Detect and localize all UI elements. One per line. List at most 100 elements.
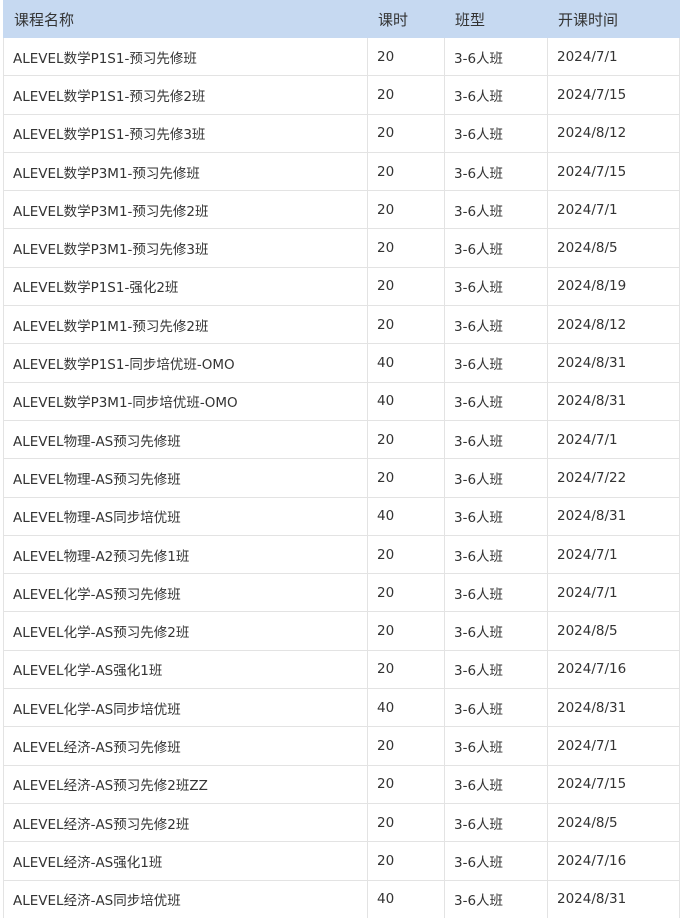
cell-class-type: 3-6人班 bbox=[445, 38, 548, 76]
cell-start-date: 2024/8/5 bbox=[548, 229, 680, 267]
cell-start-date: 2024/7/16 bbox=[548, 842, 680, 880]
table-header: 课程名称 课时 班型 开课时间 bbox=[4, 1, 680, 38]
cell-start-date: 2024/7/22 bbox=[548, 459, 680, 497]
cell-hours: 20 bbox=[368, 727, 445, 765]
cell-course-name: ALEVEL数学P1M1-预习先修2班 bbox=[4, 306, 368, 344]
cell-course-name: ALEVEL数学P3M1-同步培优班-OMO bbox=[4, 382, 368, 420]
header-class-type: 班型 bbox=[445, 1, 548, 38]
cell-hours: 20 bbox=[368, 765, 445, 803]
table-row: ALEVEL化学-AS预习先修2班203-6人班2024/8/5 bbox=[4, 612, 680, 650]
header-hours: 课时 bbox=[368, 1, 445, 38]
cell-course-name: ALEVEL化学-AS预习先修2班 bbox=[4, 612, 368, 650]
cell-hours: 40 bbox=[368, 382, 445, 420]
table-row: ALEVEL经济-AS强化1班203-6人班2024/7/16 bbox=[4, 842, 680, 880]
cell-hours: 20 bbox=[368, 38, 445, 76]
cell-course-name: ALEVEL化学-AS强化1班 bbox=[4, 650, 368, 688]
cell-start-date: 2024/7/1 bbox=[548, 574, 680, 612]
cell-course-name: ALEVEL数学P1S1-预习先修3班 bbox=[4, 114, 368, 152]
cell-start-date: 2024/8/31 bbox=[548, 497, 680, 535]
cell-course-name: ALEVEL物理-A2预习先修1班 bbox=[4, 535, 368, 573]
cell-hours: 20 bbox=[368, 612, 445, 650]
cell-course-name: ALEVEL化学-AS同步培优班 bbox=[4, 689, 368, 727]
table-row: ALEVEL化学-AS预习先修班203-6人班2024/7/1 bbox=[4, 574, 680, 612]
cell-class-type: 3-6人班 bbox=[445, 420, 548, 458]
table-row: ALEVEL数学P1S1-预习先修3班203-6人班2024/8/12 bbox=[4, 114, 680, 152]
cell-class-type: 3-6人班 bbox=[445, 459, 548, 497]
header-course-name: 课程名称 bbox=[4, 1, 368, 38]
cell-course-name: ALEVEL物理-AS预习先修班 bbox=[4, 459, 368, 497]
cell-class-type: 3-6人班 bbox=[445, 344, 548, 382]
cell-class-type: 3-6人班 bbox=[445, 612, 548, 650]
cell-hours: 20 bbox=[368, 420, 445, 458]
cell-class-type: 3-6人班 bbox=[445, 650, 548, 688]
cell-hours: 40 bbox=[368, 880, 445, 918]
table-row: ALEVEL经济-AS预习先修2班203-6人班2024/8/5 bbox=[4, 803, 680, 841]
cell-course-name: ALEVEL数学P3M1-预习先修2班 bbox=[4, 191, 368, 229]
cell-start-date: 2024/7/15 bbox=[548, 76, 680, 114]
cell-start-date: 2024/7/1 bbox=[548, 420, 680, 458]
cell-class-type: 3-6人班 bbox=[445, 803, 548, 841]
cell-class-type: 3-6人班 bbox=[445, 114, 548, 152]
table-row: ALEVEL经济-AS同步培优班403-6人班2024/8/31 bbox=[4, 880, 680, 918]
cell-hours: 20 bbox=[368, 191, 445, 229]
cell-start-date: 2024/8/12 bbox=[548, 114, 680, 152]
cell-class-type: 3-6人班 bbox=[445, 191, 548, 229]
cell-class-type: 3-6人班 bbox=[445, 306, 548, 344]
cell-start-date: 2024/7/15 bbox=[548, 765, 680, 803]
table-body: ALEVEL数学P1S1-预习先修班203-6人班2024/7/1ALEVEL数… bbox=[4, 38, 680, 918]
cell-hours: 20 bbox=[368, 842, 445, 880]
table-row: ALEVEL数学P3M1-同步培优班-OMO403-6人班2024/8/31 bbox=[4, 382, 680, 420]
cell-course-name: ALEVEL经济-AS预习先修2班 bbox=[4, 803, 368, 841]
table-row: ALEVEL经济-AS预习先修班203-6人班2024/7/1 bbox=[4, 727, 680, 765]
cell-course-name: ALEVEL经济-AS强化1班 bbox=[4, 842, 368, 880]
cell-start-date: 2024/7/16 bbox=[548, 650, 680, 688]
table-row: ALEVEL数学P1S1-强化2班203-6人班2024/8/19 bbox=[4, 267, 680, 305]
table-row: ALEVEL数学P3M1-预习先修班203-6人班2024/7/15 bbox=[4, 152, 680, 190]
cell-hours: 20 bbox=[368, 803, 445, 841]
table-row: ALEVEL物理-A2预习先修1班203-6人班2024/7/1 bbox=[4, 535, 680, 573]
cell-hours: 20 bbox=[368, 306, 445, 344]
cell-start-date: 2024/7/1 bbox=[548, 38, 680, 76]
cell-class-type: 3-6人班 bbox=[445, 382, 548, 420]
cell-hours: 20 bbox=[368, 152, 445, 190]
cell-course-name: ALEVEL数学P3M1-预习先修3班 bbox=[4, 229, 368, 267]
cell-start-date: 2024/7/1 bbox=[548, 727, 680, 765]
cell-hours: 20 bbox=[368, 114, 445, 152]
table-row: ALEVEL物理-AS预习先修班203-6人班2024/7/1 bbox=[4, 420, 680, 458]
table-row: ALEVEL物理-AS同步培优班403-6人班2024/8/31 bbox=[4, 497, 680, 535]
cell-start-date: 2024/7/1 bbox=[548, 191, 680, 229]
cell-start-date: 2024/7/1 bbox=[548, 535, 680, 573]
table-row: ALEVEL物理-AS预习先修班203-6人班2024/7/22 bbox=[4, 459, 680, 497]
cell-start-date: 2024/7/15 bbox=[548, 152, 680, 190]
table-row: ALEVEL化学-AS同步培优班403-6人班2024/8/31 bbox=[4, 689, 680, 727]
cell-course-name: ALEVEL数学P1S1-预习先修班 bbox=[4, 38, 368, 76]
cell-class-type: 3-6人班 bbox=[445, 152, 548, 190]
cell-class-type: 3-6人班 bbox=[445, 574, 548, 612]
cell-hours: 20 bbox=[368, 574, 445, 612]
cell-hours: 20 bbox=[368, 267, 445, 305]
cell-class-type: 3-6人班 bbox=[445, 535, 548, 573]
header-row: 课程名称 课时 班型 开课时间 bbox=[4, 1, 680, 38]
cell-hours: 40 bbox=[368, 689, 445, 727]
header-start-date: 开课时间 bbox=[548, 1, 680, 38]
cell-hours: 40 bbox=[368, 344, 445, 382]
cell-start-date: 2024/8/19 bbox=[548, 267, 680, 305]
cell-class-type: 3-6人班 bbox=[445, 727, 548, 765]
cell-class-type: 3-6人班 bbox=[445, 689, 548, 727]
cell-course-name: ALEVEL物理-AS预习先修班 bbox=[4, 420, 368, 458]
cell-hours: 20 bbox=[368, 76, 445, 114]
cell-class-type: 3-6人班 bbox=[445, 229, 548, 267]
table-row: ALEVEL化学-AS强化1班203-6人班2024/7/16 bbox=[4, 650, 680, 688]
cell-hours: 20 bbox=[368, 229, 445, 267]
table-row: ALEVEL数学P3M1-预习先修2班203-6人班2024/7/1 bbox=[4, 191, 680, 229]
cell-hours: 20 bbox=[368, 650, 445, 688]
cell-class-type: 3-6人班 bbox=[445, 765, 548, 803]
table-row: ALEVEL数学P1M1-预习先修2班203-6人班2024/8/12 bbox=[4, 306, 680, 344]
table-row: ALEVEL数学P1S1-预习先修2班203-6人班2024/7/15 bbox=[4, 76, 680, 114]
cell-class-type: 3-6人班 bbox=[445, 267, 548, 305]
cell-class-type: 3-6人班 bbox=[445, 880, 548, 918]
table-row: ALEVEL经济-AS预习先修2班ZZ203-6人班2024/7/15 bbox=[4, 765, 680, 803]
cell-course-name: ALEVEL经济-AS预习先修2班ZZ bbox=[4, 765, 368, 803]
cell-course-name: ALEVEL数学P1S1-预习先修2班 bbox=[4, 76, 368, 114]
cell-class-type: 3-6人班 bbox=[445, 842, 548, 880]
